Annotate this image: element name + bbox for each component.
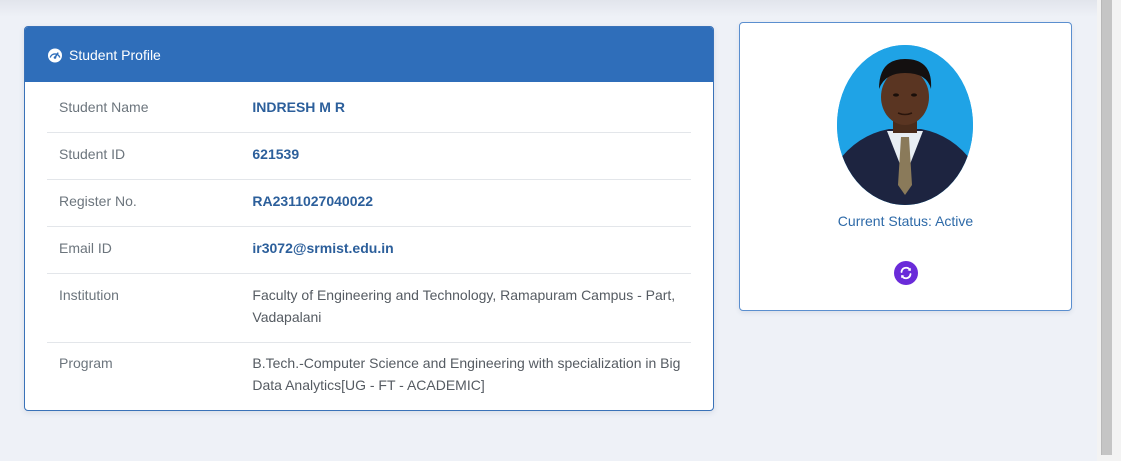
card-title: Student Profile bbox=[69, 46, 161, 63]
value-institution: Faculty of Engineering and Technology, R… bbox=[252, 287, 676, 325]
label-program: Program bbox=[59, 355, 113, 371]
row-program: Program B.Tech.-Computer Science and Eng… bbox=[47, 343, 691, 410]
card-header: Student Profile bbox=[25, 27, 713, 82]
value-email-id: ir3072@srmist.edu.in bbox=[252, 240, 394, 256]
row-register-no: Register No. RA2311027040022 bbox=[47, 180, 691, 227]
current-status: Current Status: Active bbox=[837, 213, 974, 229]
label-email-id: Email ID bbox=[59, 240, 112, 256]
refresh-icon bbox=[899, 266, 913, 280]
value-register-no: RA2311027040022 bbox=[252, 193, 374, 209]
value-student-name: INDRESH M R bbox=[252, 99, 345, 115]
page-top-strip bbox=[0, 0, 1097, 17]
value-student-id: 621539 bbox=[252, 146, 300, 162]
value-program: B.Tech.-Computer Science and Engineering… bbox=[252, 355, 681, 393]
label-institution: Institution bbox=[59, 287, 119, 303]
student-photo bbox=[837, 45, 973, 205]
scrollbar-thumb[interactable] bbox=[1101, 0, 1112, 455]
row-student-id: Student ID 621539 bbox=[47, 133, 691, 180]
refresh-button[interactable] bbox=[894, 261, 918, 285]
label-register-no: Register No. bbox=[59, 193, 137, 209]
row-email-id: Email ID ir3072@srmist.edu.in bbox=[47, 227, 691, 274]
tachometer-icon bbox=[47, 47, 63, 63]
profile-info-table: Student Name INDRESH M R Student ID 6215… bbox=[47, 82, 691, 410]
row-institution: Institution Faculty of Engineering and T… bbox=[47, 274, 691, 343]
row-student-name: Student Name INDRESH M R bbox=[47, 82, 691, 133]
student-photo-card: Current Status: Active bbox=[739, 22, 1072, 311]
label-student-id: Student ID bbox=[59, 146, 126, 162]
label-student-name: Student Name bbox=[59, 99, 149, 115]
student-profile-card: Student Profile Student Name INDRESH M R… bbox=[24, 26, 714, 411]
